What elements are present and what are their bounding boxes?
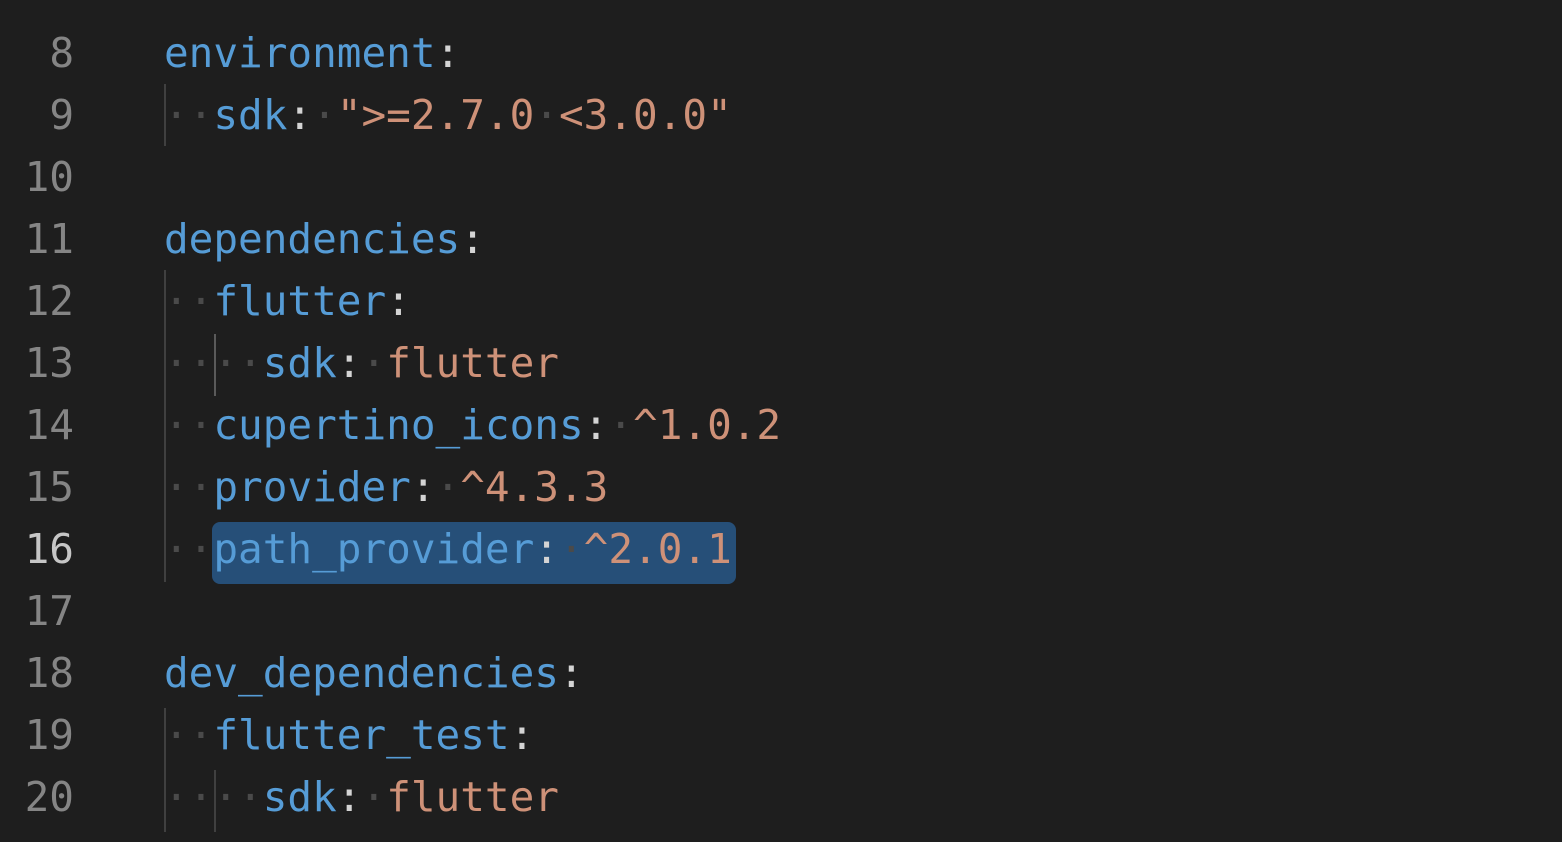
yaml-value: ">=2.7.0·<3.0.0" (336, 91, 732, 139)
code-content[interactable]: ····sdk:·flutter (164, 766, 559, 828)
indent-whitespace: ·· (164, 525, 214, 573)
line-number: 18 (24, 649, 74, 697)
code-line[interactable]: 8 environment: (0, 22, 1562, 84)
code-line[interactable]: 19 ··flutter_test: (0, 704, 1562, 766)
line-number: 8 (49, 29, 74, 77)
space-marker: · (312, 91, 337, 139)
code-content[interactable]: ··cupertino_icons:·^1.0.2 (164, 394, 781, 456)
indent-whitespace: ·· (164, 91, 214, 139)
colon: : (410, 463, 436, 511)
line-number: 19 (24, 711, 74, 759)
line-number: 14 (24, 401, 74, 449)
indent-whitespace: ·· (164, 711, 214, 759)
line-number: 17 (24, 587, 74, 635)
yaml-key: sdk (262, 339, 337, 387)
space-marker: · (558, 525, 584, 573)
yaml-key: provider (213, 463, 411, 511)
line-number: 7 (48, 0, 73, 14)
code-line[interactable]: 18 dev_dependencies: (0, 642, 1562, 704)
line-number: 15 (24, 463, 74, 511)
code-line[interactable]: 13 ····sdk:·flutter (0, 332, 1562, 394)
colon: : (287, 91, 313, 139)
colon: : (583, 401, 609, 449)
yaml-key: sdk (213, 91, 288, 139)
code-line[interactable]: 11 dependencies: (0, 208, 1562, 270)
code-line[interactable]: 17 (0, 580, 1562, 642)
colon: : (509, 711, 535, 759)
indent-whitespace: ·· (164, 463, 214, 511)
space-marker: · (608, 401, 634, 449)
yaml-value: flutter (386, 773, 559, 821)
code-line[interactable]: 12 ··flutter: (0, 270, 1562, 332)
yaml-value: ^4.3.3 (460, 463, 609, 511)
code-content[interactable]: ··sdk:·">=2.7.0·<3.0.0" (164, 84, 732, 146)
code-content[interactable]: ··flutter: (164, 270, 411, 332)
colon: : (386, 277, 411, 325)
indent-whitespace: ···· (164, 339, 263, 387)
yaml-key: flutter_test (213, 711, 510, 759)
indent-whitespace: ···· (164, 773, 263, 821)
code-content[interactable]: ··provider:·^4.3.3 (164, 456, 608, 518)
colon: : (534, 525, 559, 573)
line-number: 10 (24, 153, 74, 201)
line-number: 16 (24, 525, 74, 573)
code-content[interactable]: environment: (164, 22, 460, 84)
code-content[interactable]: ··path_provider:·^2.0.1 (164, 518, 732, 580)
code-line[interactable]: 10 (0, 146, 1562, 208)
yaml-key: dev_dependencies (164, 649, 559, 697)
indent-whitespace: ·· (164, 401, 214, 449)
code-line[interactable]: 15 ··provider:·^4.3.3 (0, 456, 1562, 518)
line-number: 13 (24, 339, 74, 387)
yaml-value: flutter (386, 339, 559, 387)
indent-whitespace: ·· (164, 277, 214, 325)
yaml-key: flutter (213, 277, 387, 325)
colon: : (460, 215, 485, 263)
yaml-key: dependencies (164, 215, 461, 263)
code-content[interactable]: dev_dependencies: (164, 642, 584, 704)
code-line[interactable]: 14 ··cupertino_icons:·^1.0.2 (0, 394, 1562, 456)
space-marker: · (435, 463, 461, 511)
yaml-key: environment (164, 29, 436, 77)
colon: : (336, 339, 362, 387)
line-number: 9 (49, 91, 74, 139)
yaml-key: cupertino_icons (213, 401, 584, 449)
yaml-key: path_provider (213, 525, 535, 573)
line-number: 12 (24, 277, 74, 325)
colon: : (558, 649, 584, 697)
space-marker: · (361, 339, 387, 387)
yaml-value: ^2.0.1 (583, 525, 732, 573)
line-number: 20 (24, 773, 74, 821)
code-line[interactable]: 16 ··path_provider:·^2.0.1 (0, 518, 1562, 580)
code-line[interactable]: 20 ····sdk:·flutter (0, 766, 1562, 828)
code-editor[interactable]: 7 8environment:9··sdk:·">=2.7.0·<3.0.0"1… (0, 0, 1562, 842)
code-content[interactable]: ····sdk:·flutter (164, 332, 559, 394)
code-content[interactable]: dependencies: (164, 208, 485, 270)
space-marker: · (361, 773, 387, 821)
colon: : (435, 29, 461, 77)
code-content[interactable]: ··flutter_test: (164, 704, 534, 766)
yaml-value: ^1.0.2 (633, 401, 782, 449)
yaml-key: sdk (262, 773, 337, 821)
code-line[interactable]: 9 ··sdk:·">=2.7.0·<3.0.0" (0, 84, 1562, 146)
colon: : (336, 773, 362, 821)
line-number: 11 (24, 215, 74, 263)
